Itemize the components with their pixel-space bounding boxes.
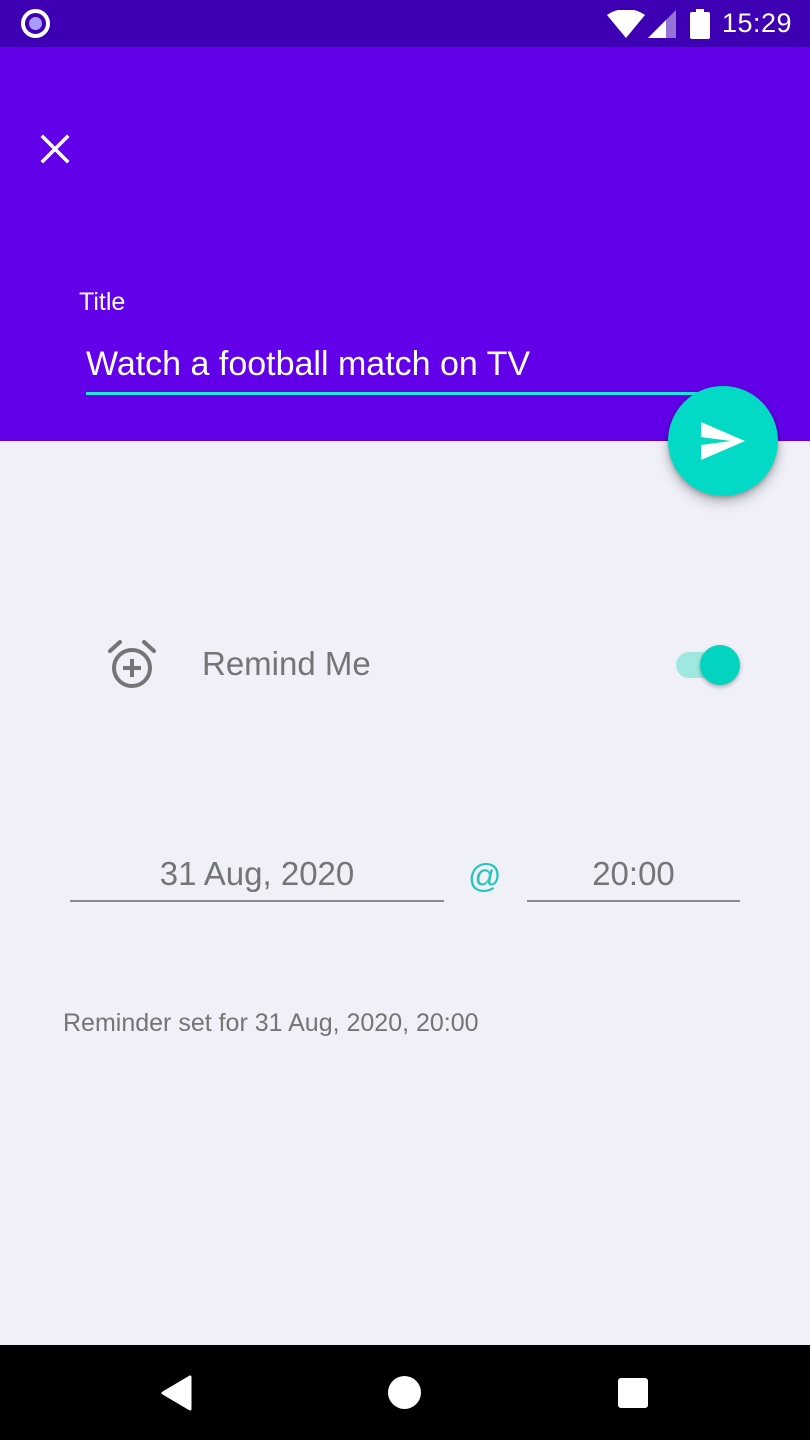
status-bar: 15:29 [0,0,810,47]
title-input[interactable] [86,339,723,389]
close-button[interactable] [28,122,82,176]
title-label: Title [79,288,126,316]
remind-me-toggle[interactable] [676,642,742,688]
remind-me-label: Remind Me [202,645,371,682]
time-underline [527,900,740,902]
battery-icon [690,9,710,39]
alarm-add-icon [108,640,156,688]
wifi-icon [607,10,645,38]
recents-icon[interactable] [618,1378,648,1408]
close-icon [40,134,70,164]
toggle-thumb [700,645,740,685]
time-field[interactable]: 20:00 [527,848,740,902]
date-field[interactable]: 31 Aug, 2020 [70,848,444,902]
date-value: 31 Aug, 2020 [159,855,355,892]
signal-icon [648,10,676,38]
at-separator: @ [468,857,502,894]
send-icon [701,422,745,460]
back-icon[interactable] [160,1375,194,1411]
header: Title [0,47,810,441]
date-underline [70,900,444,902]
send-button[interactable] [668,386,778,496]
navigation-bar [0,1345,810,1440]
time-value: 20:00 [592,855,675,892]
home-icon[interactable] [388,1376,421,1409]
app-notification-icon [21,9,50,38]
title-underline [86,392,723,395]
status-time: 15:29 [722,8,793,38]
reminder-status-text: Reminder set for 31 Aug, 2020, 20:00 [63,1009,479,1037]
